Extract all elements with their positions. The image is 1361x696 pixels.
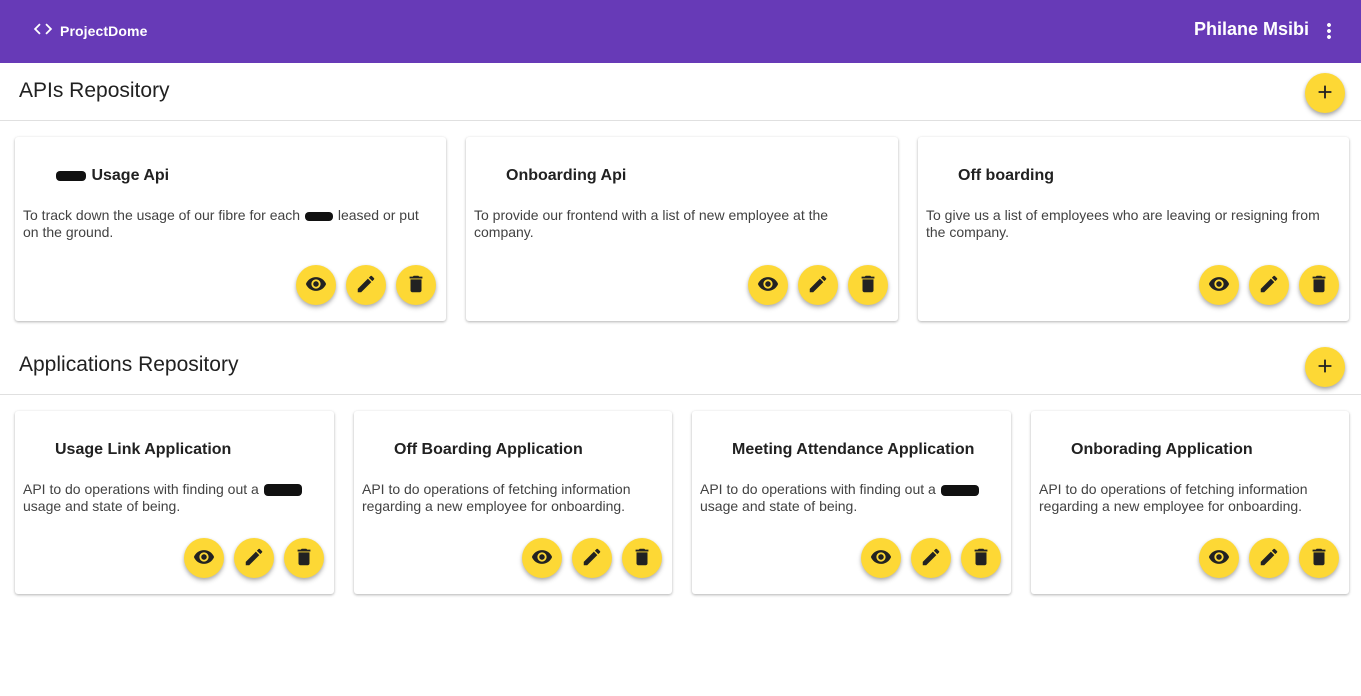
app-bar: ProjectDome Philane Msibi bbox=[0, 0, 1361, 63]
apis-section-title: APIs Repository bbox=[19, 79, 170, 102]
redaction-mark bbox=[263, 484, 302, 497]
eye-icon bbox=[870, 546, 892, 571]
redaction-mark bbox=[56, 170, 86, 181]
delete-button[interactable] bbox=[1299, 265, 1339, 305]
edit-button[interactable] bbox=[572, 538, 612, 578]
api-card: Usage Api To track down the usage of our… bbox=[15, 137, 446, 321]
application-card: Off Boarding Application API to do opera… bbox=[354, 411, 672, 594]
delete-button[interactable] bbox=[622, 538, 662, 578]
delete-button[interactable] bbox=[961, 538, 1001, 578]
pencil-icon bbox=[581, 546, 603, 571]
card-actions bbox=[861, 538, 1001, 578]
edit-button[interactable] bbox=[798, 265, 838, 305]
trash-icon bbox=[970, 546, 992, 571]
pencil-icon bbox=[355, 273, 377, 298]
redaction-mark bbox=[304, 211, 333, 221]
pencil-icon bbox=[1258, 273, 1280, 298]
edit-button[interactable] bbox=[1249, 265, 1289, 305]
card-description: API to do operations of fetching informa… bbox=[362, 481, 631, 514]
eye-icon bbox=[1208, 546, 1230, 571]
add-api-button[interactable] bbox=[1305, 73, 1345, 113]
trash-icon bbox=[631, 546, 653, 571]
delete-button[interactable] bbox=[284, 538, 324, 578]
eye-icon bbox=[193, 546, 215, 571]
card-actions bbox=[1199, 538, 1339, 578]
application-card: Meeting Attendance Application API to do… bbox=[692, 411, 1011, 594]
card-description: API to do operations with finding out a … bbox=[700, 481, 1003, 515]
card-description: API to do operations with finding out a … bbox=[23, 481, 326, 515]
card-title: Meeting Attendance Application bbox=[732, 441, 975, 458]
eye-icon bbox=[531, 546, 553, 571]
pencil-icon bbox=[243, 546, 265, 571]
view-button[interactable] bbox=[861, 538, 901, 578]
applications-divider bbox=[0, 394, 1361, 395]
edit-button[interactable] bbox=[911, 538, 951, 578]
pencil-icon bbox=[807, 273, 829, 298]
card-actions bbox=[296, 265, 436, 305]
card-title: Usage Link Application bbox=[55, 441, 232, 458]
view-button[interactable] bbox=[1199, 538, 1239, 578]
view-button[interactable] bbox=[296, 265, 336, 305]
eye-icon bbox=[305, 273, 327, 298]
view-button[interactable] bbox=[184, 538, 224, 578]
card-description: To track down the usage of our fibre for… bbox=[23, 207, 419, 240]
api-card: Onboarding Api To provide our frontend w… bbox=[466, 137, 898, 321]
view-button[interactable] bbox=[1199, 265, 1239, 305]
applications-section-title: Applications Repository bbox=[19, 353, 239, 376]
brand-name: ProjectDome bbox=[60, 23, 148, 39]
delete-button[interactable] bbox=[1299, 538, 1339, 578]
card-title: Usage Api bbox=[55, 167, 169, 185]
eye-icon bbox=[1208, 273, 1230, 298]
application-card: Onborading Application API to do operati… bbox=[1031, 411, 1349, 594]
card-description: To provide our frontend with a list of n… bbox=[474, 207, 829, 240]
view-button[interactable] bbox=[522, 538, 562, 578]
code-icon bbox=[32, 18, 54, 45]
card-actions bbox=[1199, 265, 1339, 305]
card-actions bbox=[184, 538, 324, 578]
pencil-icon bbox=[1258, 546, 1280, 571]
card-description: API to do operations of fetching informa… bbox=[1039, 481, 1308, 514]
add-icon bbox=[1314, 355, 1336, 380]
add-icon bbox=[1314, 81, 1336, 106]
delete-button[interactable] bbox=[396, 265, 436, 305]
edit-button[interactable] bbox=[234, 538, 274, 578]
card-actions bbox=[522, 538, 662, 578]
application-card: Usage Link Application API to do operati… bbox=[15, 411, 334, 594]
add-application-button[interactable] bbox=[1305, 347, 1345, 387]
card-description: To give us a list of employees who are l… bbox=[926, 207, 1320, 240]
trash-icon bbox=[405, 273, 427, 298]
edit-button[interactable] bbox=[1249, 538, 1289, 578]
card-title: Off boarding bbox=[958, 167, 1054, 184]
trash-icon bbox=[1308, 546, 1330, 571]
pencil-icon bbox=[920, 546, 942, 571]
card-title: Onboarding Api bbox=[506, 167, 627, 184]
trash-icon bbox=[1308, 273, 1330, 298]
edit-button[interactable] bbox=[346, 265, 386, 305]
card-actions bbox=[748, 265, 888, 305]
more-vert-icon[interactable] bbox=[1317, 19, 1341, 43]
trash-icon bbox=[857, 273, 879, 298]
eye-icon bbox=[757, 273, 779, 298]
api-card: Off boarding To give us a list of employ… bbox=[918, 137, 1349, 321]
delete-button[interactable] bbox=[848, 265, 888, 305]
card-title: Onborading Application bbox=[1071, 441, 1253, 458]
user-name[interactable]: Philane Msibi bbox=[1194, 19, 1309, 40]
apis-divider bbox=[0, 120, 1361, 121]
brand-link[interactable]: ProjectDome bbox=[32, 20, 147, 42]
redaction-mark bbox=[940, 484, 979, 496]
card-title: Off Boarding Application bbox=[394, 441, 583, 458]
trash-icon bbox=[293, 546, 315, 571]
view-button[interactable] bbox=[748, 265, 788, 305]
